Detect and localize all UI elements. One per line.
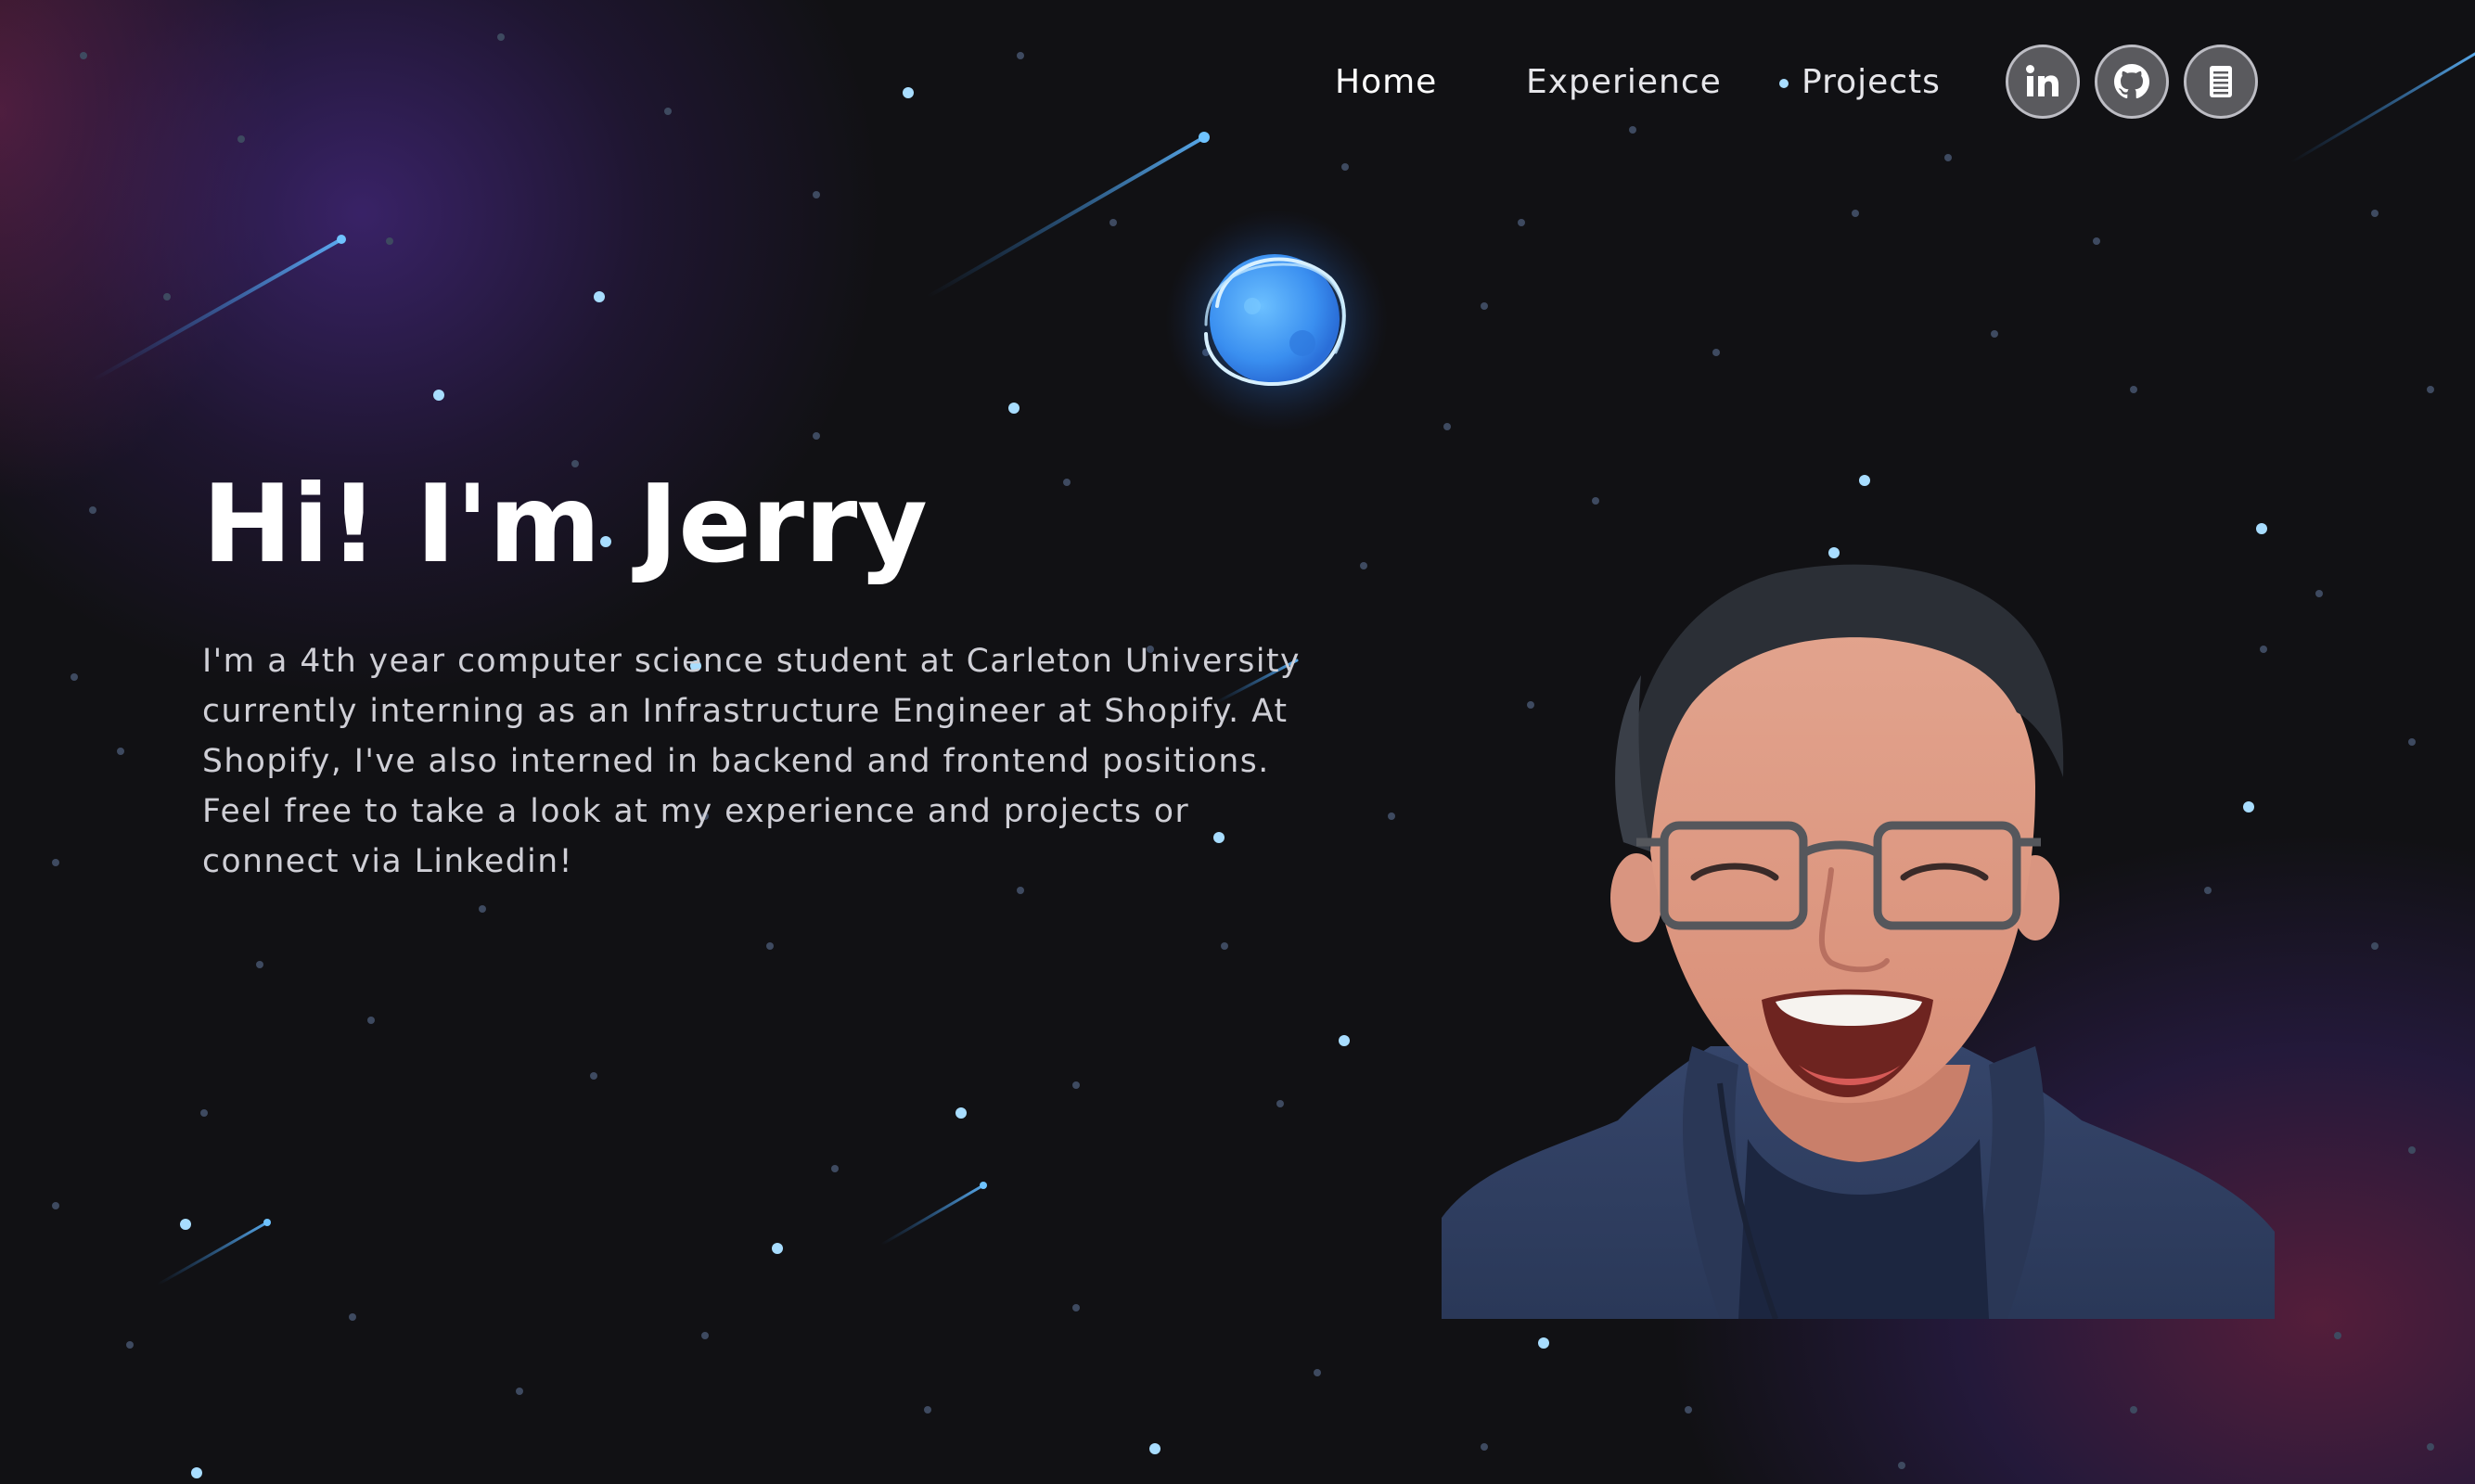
github-button[interactable] xyxy=(2095,45,2169,119)
nav-link-experience[interactable]: Experience xyxy=(1526,63,1722,101)
top-navigation: Home Experience Projects xyxy=(1299,45,2273,124)
hero-title: Hi! I'm Jerry xyxy=(202,462,928,587)
linkedin-icon xyxy=(2026,65,2058,96)
planet-decoration xyxy=(1165,210,1388,432)
nav-link-projects[interactable]: Projects xyxy=(1802,63,1941,101)
linkedin-button[interactable] xyxy=(2006,45,2080,119)
document-icon xyxy=(2210,66,2232,97)
portfolio-page: Home Experience Projects Hi! I'm Jerry I… xyxy=(0,0,2475,1484)
profile-photo xyxy=(1442,564,2275,1319)
hero-description: I'm a 4th year computer science student … xyxy=(202,643,1301,880)
resume-button[interactable] xyxy=(2184,45,2258,119)
github-icon xyxy=(2114,64,2149,99)
nav-link-home[interactable]: Home xyxy=(1335,63,1437,101)
